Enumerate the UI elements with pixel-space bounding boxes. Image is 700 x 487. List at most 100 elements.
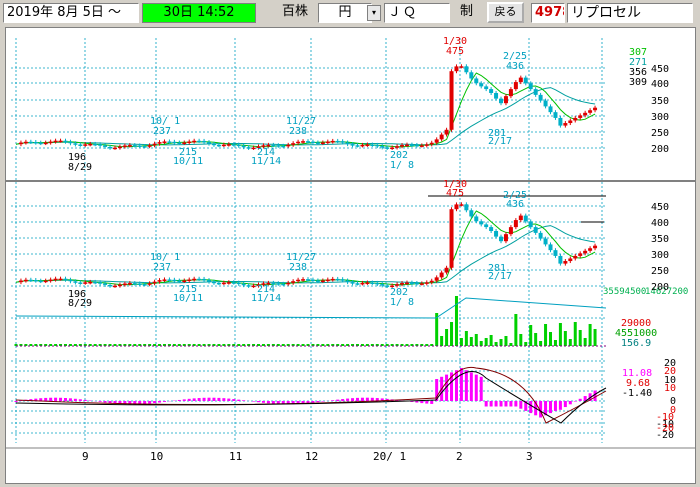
- candle-body: [489, 89, 494, 93]
- volume-bar: [474, 334, 478, 346]
- candle-body: [380, 284, 385, 286]
- volume-bar: [553, 340, 557, 346]
- candle-body: [226, 144, 231, 146]
- candle-body: [147, 283, 152, 285]
- date-field[interactable]: 2019年 8月 5日 ～: [3, 3, 139, 23]
- candle-body: [93, 143, 98, 146]
- candle-body: [73, 143, 78, 145]
- oscillator-bar: [420, 401, 424, 404]
- candle-body: [276, 283, 281, 285]
- candle-body: [23, 279, 28, 282]
- candle-body: [78, 144, 83, 146]
- oscillator-panel: [14, 366, 607, 424]
- candle-body: [429, 142, 434, 145]
- candle-body: [409, 282, 414, 285]
- tick-350: 350: [651, 96, 669, 107]
- oscillator-bar: [573, 401, 577, 402]
- candle-body: [325, 279, 330, 282]
- volume-bar: [539, 341, 543, 346]
- oscillator-bar: [266, 401, 270, 404]
- oscillator-bar: [44, 397, 48, 401]
- volume-bar: [573, 322, 577, 346]
- p2-hi2-value: 436: [506, 199, 524, 210]
- candle-body: [83, 144, 88, 146]
- candle-body: [568, 258, 573, 262]
- legend-sub-1: 35594500: [603, 287, 646, 297]
- candle-body: [291, 281, 296, 283]
- candle-body: [375, 282, 380, 285]
- candle-body: [221, 282, 226, 285]
- oscillator-bar: [202, 397, 206, 401]
- candle-body: [310, 279, 315, 282]
- candle-body: [395, 146, 400, 148]
- candle-body: [103, 283, 108, 285]
- candle-body: [202, 140, 207, 143]
- stock-code-field[interactable]: 4978: [531, 3, 565, 23]
- candle-body: [137, 145, 142, 147]
- oscillator-bar: [553, 401, 557, 411]
- oscillator-bar: [311, 401, 315, 403]
- oscillator-bar: [509, 401, 513, 407]
- candle-body: [132, 283, 137, 285]
- candle-body: [508, 227, 513, 235]
- oscillator-bar: [227, 398, 231, 401]
- period-display[interactable]: 30日 14:52: [142, 3, 256, 23]
- candle-body: [127, 145, 132, 147]
- oscillator-bar: [252, 401, 256, 402]
- candle-body: [553, 250, 558, 256]
- candle-body: [197, 140, 202, 143]
- candle-body: [98, 282, 103, 284]
- candle-body: [286, 144, 291, 147]
- p2-a2-date: 10/11: [173, 293, 203, 304]
- volume-bar: [549, 332, 553, 346]
- candle-body: [593, 245, 598, 249]
- oscillator-bar: [207, 397, 211, 401]
- candle-body: [177, 280, 182, 283]
- tick-300: 300: [651, 112, 669, 123]
- candle-body: [419, 145, 424, 147]
- oscillator-bar: [549, 401, 553, 414]
- volume-bar: [484, 338, 488, 346]
- volume-bar: [519, 334, 523, 346]
- candle-body: [162, 141, 167, 143]
- candle-body: [409, 144, 414, 147]
- candle-body: [291, 143, 296, 145]
- candle-body: [573, 117, 578, 121]
- high-value-label: 475: [446, 46, 464, 57]
- oscillator-bar: [143, 401, 147, 404]
- annot-a6-date: 1/ 8: [390, 160, 414, 171]
- candle-body: [400, 283, 405, 285]
- oscillator-bar: [474, 374, 478, 401]
- candle-body: [543, 100, 548, 107]
- oscillator-bar: [73, 398, 77, 401]
- oscillator-bar: [54, 397, 58, 401]
- x-tick-jan: 20/ 1: [373, 450, 406, 463]
- annot-a2-date: 10/11: [173, 156, 203, 167]
- candle-body: [48, 141, 53, 144]
- chevron-down-icon[interactable]: ▾: [367, 5, 381, 21]
- candle-body: [563, 261, 568, 264]
- oscillator-bar: [187, 398, 191, 401]
- candle-body: [513, 220, 518, 228]
- tick-200b: 200: [651, 282, 669, 293]
- candle-body: [588, 248, 593, 251]
- currency-select[interactable]: 円: [318, 3, 372, 23]
- oscillator-bar: [192, 398, 196, 401]
- candle-body: [142, 146, 147, 148]
- candle-body: [528, 83, 533, 90]
- exchange-field[interactable]: ＪＱ: [384, 3, 450, 23]
- candle-body: [459, 204, 464, 206]
- candle-body: [360, 282, 365, 285]
- candle-body: [167, 141, 172, 143]
- volume-bar: [568, 339, 572, 346]
- candle-body: [246, 285, 251, 287]
- candle-body: [28, 141, 33, 144]
- candle-body: [182, 142, 187, 145]
- back-button[interactable]: 戻る: [487, 2, 524, 23]
- oscillator-bar: [242, 400, 246, 401]
- candle-body: [177, 142, 182, 145]
- volume-bar: [489, 335, 493, 346]
- candle-body: [157, 142, 162, 144]
- oscillator-bar: [469, 372, 473, 401]
- candle-body: [226, 282, 231, 284]
